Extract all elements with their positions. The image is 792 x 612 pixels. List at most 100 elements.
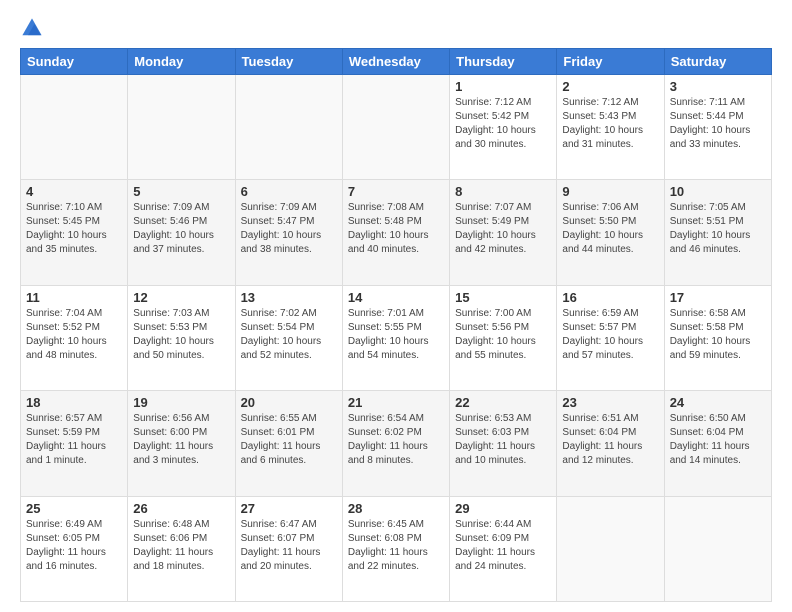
day-number: 6 bbox=[241, 184, 337, 199]
day-cell bbox=[235, 75, 342, 180]
day-cell: 6 Sunrise: 7:09 AM Sunset: 5:47 PM Daylig… bbox=[235, 180, 342, 285]
day-number: 18 bbox=[26, 395, 122, 410]
day-info: Sunrise: 7:09 AM Sunset: 5:47 PM Dayligh… bbox=[241, 201, 337, 257]
day-cell: 10 Sunrise: 7:05 AM Sunset: 5:51 PM Dayli… bbox=[664, 180, 771, 285]
day-cell: 24 Sunrise: 6:50 AM Sunset: 6:04 PM Dayli… bbox=[664, 391, 771, 496]
day-cell: 20 Sunrise: 6:55 AM Sunset: 6:01 PM Dayli… bbox=[235, 391, 342, 496]
day-info: Sunrise: 6:54 AM Sunset: 6:02 PM Dayligh… bbox=[348, 412, 444, 468]
weekday-friday: Friday bbox=[557, 49, 664, 75]
day-cell: 23 Sunrise: 6:51 AM Sunset: 6:04 PM Dayli… bbox=[557, 391, 664, 496]
day-cell: 1Sunrise: 7:12 AM Sunset: 5:42 PM Daylig… bbox=[450, 75, 557, 180]
day-cell: 15Sunrise: 7:00 AM Sunset: 5:56 PM Dayli… bbox=[450, 285, 557, 390]
day-info: Sunrise: 7:04 AM Sunset: 5:52 PM Dayligh… bbox=[26, 307, 122, 363]
day-info: Sunrise: 6:57 AM Sunset: 5:59 PM Dayligh… bbox=[26, 412, 122, 468]
day-cell: 9 Sunrise: 7:06 AM Sunset: 5:50 PM Daylig… bbox=[557, 180, 664, 285]
day-cell: 25Sunrise: 6:49 AM Sunset: 6:05 PM Dayli… bbox=[21, 496, 128, 601]
day-info: Sunrise: 7:10 AM Sunset: 5:45 PM Dayligh… bbox=[26, 201, 122, 257]
day-number: 9 bbox=[562, 184, 658, 199]
day-cell bbox=[342, 75, 449, 180]
day-number: 12 bbox=[133, 290, 229, 305]
weekday-sunday: Sunday bbox=[21, 49, 128, 75]
day-number: 10 bbox=[670, 184, 766, 199]
day-cell bbox=[557, 496, 664, 601]
day-number: 24 bbox=[670, 395, 766, 410]
day-number: 23 bbox=[562, 395, 658, 410]
header bbox=[20, 16, 772, 40]
weekday-thursday: Thursday bbox=[450, 49, 557, 75]
day-cell: 27 Sunrise: 6:47 AM Sunset: 6:07 PM Dayli… bbox=[235, 496, 342, 601]
day-number: 20 bbox=[241, 395, 337, 410]
day-cell bbox=[128, 75, 235, 180]
day-info: Sunrise: 7:08 AM Sunset: 5:48 PM Dayligh… bbox=[348, 201, 444, 257]
day-number: 14 bbox=[348, 290, 444, 305]
day-cell: 21 Sunrise: 6:54 AM Sunset: 6:02 PM Dayli… bbox=[342, 391, 449, 496]
week-row-4: 25Sunrise: 6:49 AM Sunset: 6:05 PM Dayli… bbox=[21, 496, 772, 601]
day-info: Sunrise: 6:51 AM Sunset: 6:04 PM Dayligh… bbox=[562, 412, 658, 468]
day-number: 21 bbox=[348, 395, 444, 410]
day-number: 5 bbox=[133, 184, 229, 199]
day-info: Sunrise: 6:53 AM Sunset: 6:03 PM Dayligh… bbox=[455, 412, 551, 468]
day-cell: 13 Sunrise: 7:02 AM Sunset: 5:54 PM Dayli… bbox=[235, 285, 342, 390]
day-number: 17 bbox=[670, 290, 766, 305]
week-row-1: 4 Sunrise: 7:10 AM Sunset: 5:45 PM Daylig… bbox=[21, 180, 772, 285]
day-info: Sunrise: 7:11 AM Sunset: 5:44 PM Dayligh… bbox=[670, 96, 766, 152]
day-number: 8 bbox=[455, 184, 551, 199]
weekday-header-row: SundayMondayTuesdayWednesdayThursdayFrid… bbox=[21, 49, 772, 75]
day-cell bbox=[664, 496, 771, 601]
weekday-wednesday: Wednesday bbox=[342, 49, 449, 75]
day-info: Sunrise: 6:48 AM Sunset: 6:06 PM Dayligh… bbox=[133, 518, 229, 574]
weekday-tuesday: Tuesday bbox=[235, 49, 342, 75]
day-info: Sunrise: 7:03 AM Sunset: 5:53 PM Dayligh… bbox=[133, 307, 229, 363]
day-number: 13 bbox=[241, 290, 337, 305]
day-info: Sunrise: 6:47 AM Sunset: 6:07 PM Dayligh… bbox=[241, 518, 337, 574]
day-cell: 28 Sunrise: 6:45 AM Sunset: 6:08 PM Dayli… bbox=[342, 496, 449, 601]
day-cell: 5 Sunrise: 7:09 AM Sunset: 5:46 PM Daylig… bbox=[128, 180, 235, 285]
day-number: 15 bbox=[455, 290, 551, 305]
weekday-saturday: Saturday bbox=[664, 49, 771, 75]
day-number: 22 bbox=[455, 395, 551, 410]
day-cell bbox=[21, 75, 128, 180]
day-number: 29 bbox=[455, 501, 551, 516]
day-cell: 29Sunrise: 6:44 AM Sunset: 6:09 PM Dayli… bbox=[450, 496, 557, 601]
day-number: 2 bbox=[562, 79, 658, 94]
day-cell: 18 Sunrise: 6:57 AM Sunset: 5:59 PM Dayli… bbox=[21, 391, 128, 496]
page: SundayMondayTuesdayWednesdayThursdayFrid… bbox=[0, 0, 792, 612]
day-cell: 3 Sunrise: 7:11 AM Sunset: 5:44 PM Daylig… bbox=[664, 75, 771, 180]
day-cell: 17 Sunrise: 6:58 AM Sunset: 5:58 PM Dayli… bbox=[664, 285, 771, 390]
day-cell: 14Sunrise: 7:01 AM Sunset: 5:55 PM Dayli… bbox=[342, 285, 449, 390]
day-number: 19 bbox=[133, 395, 229, 410]
day-info: Sunrise: 7:06 AM Sunset: 5:50 PM Dayligh… bbox=[562, 201, 658, 257]
day-number: 7 bbox=[348, 184, 444, 199]
calendar-table: SundayMondayTuesdayWednesdayThursdayFrid… bbox=[20, 48, 772, 602]
day-number: 27 bbox=[241, 501, 337, 516]
day-info: Sunrise: 6:50 AM Sunset: 6:04 PM Dayligh… bbox=[670, 412, 766, 468]
day-number: 28 bbox=[348, 501, 444, 516]
weekday-monday: Monday bbox=[128, 49, 235, 75]
day-info: Sunrise: 6:58 AM Sunset: 5:58 PM Dayligh… bbox=[670, 307, 766, 363]
day-number: 16 bbox=[562, 290, 658, 305]
day-number: 26 bbox=[133, 501, 229, 516]
day-number: 25 bbox=[26, 501, 122, 516]
day-cell: 16 Sunrise: 6:59 AM Sunset: 5:57 PM Dayli… bbox=[557, 285, 664, 390]
day-cell: 19Sunrise: 6:56 AM Sunset: 6:00 PM Dayli… bbox=[128, 391, 235, 496]
day-number: 4 bbox=[26, 184, 122, 199]
day-cell: 12 Sunrise: 7:03 AM Sunset: 5:53 PM Dayli… bbox=[128, 285, 235, 390]
day-number: 1 bbox=[455, 79, 551, 94]
day-number: 3 bbox=[670, 79, 766, 94]
day-cell: 2 Sunrise: 7:12 AM Sunset: 5:43 PM Daylig… bbox=[557, 75, 664, 180]
day-info: Sunrise: 7:07 AM Sunset: 5:49 PM Dayligh… bbox=[455, 201, 551, 257]
day-info: Sunrise: 6:59 AM Sunset: 5:57 PM Dayligh… bbox=[562, 307, 658, 363]
day-info: Sunrise: 7:05 AM Sunset: 5:51 PM Dayligh… bbox=[670, 201, 766, 257]
day-cell: 7 Sunrise: 7:08 AM Sunset: 5:48 PM Daylig… bbox=[342, 180, 449, 285]
day-info: Sunrise: 7:12 AM Sunset: 5:43 PM Dayligh… bbox=[562, 96, 658, 152]
day-info: Sunrise: 6:45 AM Sunset: 6:08 PM Dayligh… bbox=[348, 518, 444, 574]
day-cell: 22 Sunrise: 6:53 AM Sunset: 6:03 PM Dayli… bbox=[450, 391, 557, 496]
day-number: 11 bbox=[26, 290, 122, 305]
day-cell: 26 Sunrise: 6:48 AM Sunset: 6:06 PM Dayli… bbox=[128, 496, 235, 601]
logo bbox=[20, 16, 52, 40]
day-cell: 11 Sunrise: 7:04 AM Sunset: 5:52 PM Dayli… bbox=[21, 285, 128, 390]
logo-icon bbox=[20, 16, 44, 40]
day-info: Sunrise: 7:09 AM Sunset: 5:46 PM Dayligh… bbox=[133, 201, 229, 257]
day-info: Sunrise: 7:02 AM Sunset: 5:54 PM Dayligh… bbox=[241, 307, 337, 363]
day-info: Sunrise: 6:55 AM Sunset: 6:01 PM Dayligh… bbox=[241, 412, 337, 468]
